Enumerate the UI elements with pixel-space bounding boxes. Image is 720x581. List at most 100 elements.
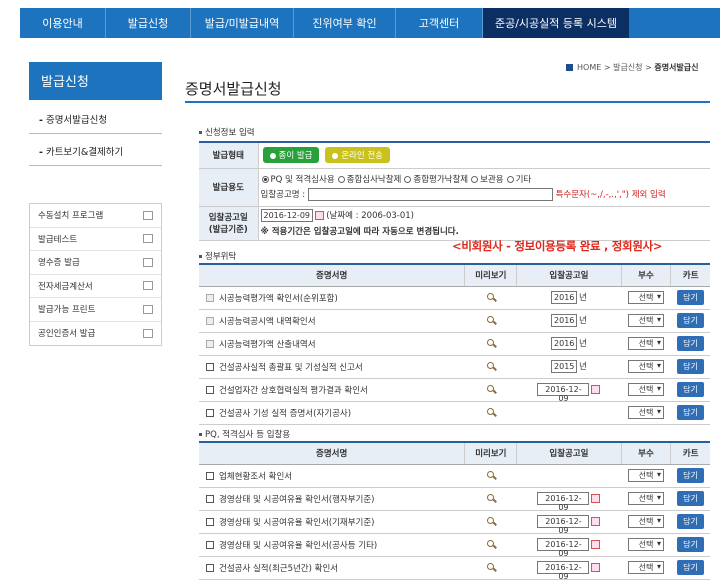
add-to-cart-button[interactable]: 담기 [677,382,704,397]
usage-radio[interactable] [261,176,269,183]
quick-link[interactable]: 영수증 발급 [30,251,161,275]
year-input[interactable]: 2016 [551,314,578,327]
add-to-cart-button[interactable]: 담기 [677,313,704,328]
date-input[interactable]: 2016-12-09 [537,383,590,403]
bid-name-input[interactable] [307,188,553,201]
copies-cell: 선택 [621,533,671,557]
nav-item[interactable]: 이용안내 [20,8,106,38]
copies-select[interactable]: 선택 [627,291,664,304]
row-checkbox[interactable] [206,541,214,549]
quick-link[interactable]: 발급테스트 [30,228,161,251]
preview-cell [464,378,517,402]
magnifier-icon[interactable] [487,516,495,524]
magnifier-icon[interactable] [487,315,495,323]
cart-cell: 담기 [670,332,710,356]
magnifier-icon[interactable] [487,361,495,369]
row-checkbox[interactable] [206,564,214,572]
copies-select[interactable]: 선택 [627,360,664,373]
cart-cell: 담기 [670,464,710,488]
column-header-cart: 카트 [670,442,710,465]
date-cell: 2016-12-09 [516,533,621,558]
copies-select[interactable]: 선택 [627,314,664,327]
copies-select[interactable]: 선택 [627,561,664,574]
date-input[interactable]: 2016-12-09 [537,515,590,535]
quick-link[interactable]: 수동설치 프로그램 [30,204,161,228]
nav-item[interactable]: 고객센터 [396,8,483,38]
quick-link[interactable]: 전자세금계산서 [30,275,161,298]
add-to-cart-button[interactable]: 담기 [677,491,704,506]
quick-link[interactable]: 발급가능 프린트 [30,298,161,322]
magnifier-icon[interactable] [487,470,495,478]
nav-item[interactable]: 발급/미발급내역 [191,8,294,38]
add-to-cart-button[interactable]: 담기 [677,468,704,483]
magnifier-icon[interactable] [487,407,495,415]
date-input[interactable]: 2016-12-09 [537,561,590,581]
add-to-cart-button[interactable]: 담기 [677,359,704,374]
section-gov-label: 정부위탁 [199,250,236,262]
magnifier-icon[interactable] [487,539,495,547]
magnifier-icon[interactable] [487,384,495,392]
calendar-icon[interactable] [591,517,601,526]
row-checkbox[interactable] [206,495,214,503]
copies-select[interactable]: 선택 [627,515,664,528]
nav-item[interactable]: 진위여부 확인 [294,8,396,38]
usage-radio-group: PQ 및 적격심사용 종합심사낙찰제 종합평가낙찰제 보관용 기타 [259,173,711,185]
row-checkbox[interactable] [206,518,214,526]
row-checkbox[interactable] [206,472,214,480]
copies-select[interactable]: 선택 [627,383,664,396]
year-input[interactable]: 2016 [551,291,578,304]
row-checkbox[interactable] [206,363,214,371]
title-divider [185,101,710,103]
add-to-cart-button[interactable]: 담기 [677,336,704,351]
date-cell: 2016-12-09 [516,510,621,535]
paper-issue-button[interactable]: 종이 발급 [262,147,320,164]
nav-item[interactable]: 준공/시공실적 등록 시스템 [483,8,629,38]
row-checkbox[interactable] [206,409,214,417]
year-suffix: 년 [579,339,587,349]
copies-select[interactable]: 선택 [627,492,664,505]
add-to-cart-button[interactable]: 담기 [677,514,704,529]
add-to-cart-button[interactable]: 담기 [677,405,704,420]
calendar-icon[interactable] [591,385,601,394]
copies-select[interactable]: 선택 [627,406,664,419]
date-input[interactable]: 2016-12-09 [537,538,590,558]
breadcrumb-mid[interactable]: 발급신청 [613,63,642,72]
bid-date-input[interactable]: 2016-12-09 [260,209,313,222]
online-send-button[interactable]: 온라인 전송 [325,147,390,164]
calendar-icon[interactable] [591,563,601,572]
doc-name: 경영상태 및 시공여유율 확인서(공사등 기타) [219,540,378,551]
usage-radio[interactable] [506,176,514,183]
tax-invoice-icon [143,281,153,291]
sidebar-menu-item[interactable]: - 증명서발급신청 [29,102,162,134]
preview-cell [464,556,517,580]
magnifier-icon[interactable] [487,292,495,300]
copies-select[interactable]: 선택 [627,538,664,551]
copies-select[interactable]: 선택 [627,469,664,482]
nav-item[interactable]: 발급신청 [106,8,191,38]
add-to-cart-button[interactable]: 담기 [677,290,704,305]
usage-radio[interactable] [404,176,412,183]
usage-radio[interactable] [337,176,345,183]
quick-link[interactable]: 공인인증서 발급 [30,322,161,346]
add-to-cart-button[interactable]: 담기 [677,537,704,552]
row-checkbox[interactable] [206,386,214,394]
date-input[interactable]: 2016-12-09 [537,492,590,512]
sidebar-menu-item[interactable]: - 카트보기&결제하기 [29,134,162,166]
calendar-icon[interactable] [314,211,324,220]
calendar-icon[interactable] [591,494,601,503]
magnifier-icon[interactable] [487,562,495,570]
magnifier-icon[interactable] [487,338,495,346]
download-icon [143,210,153,220]
copies-select[interactable]: 선택 [627,337,664,350]
calendar-icon[interactable] [591,540,601,549]
year-input[interactable]: 2016 [551,337,578,350]
sidebar-menu: - 증명서발급신청 - 카트보기&결제하기 [29,102,162,166]
breadcrumb-home[interactable]: HOME [577,63,601,72]
preview-cell [464,487,517,511]
add-to-cart-button[interactable]: 담기 [677,560,704,575]
usage-option-label: 종합평가낙찰제 [413,175,469,185]
date-note: ※ 적용기간은 입찰공고일에 따라 자동으로 변경됩니다. [260,227,459,237]
year-input[interactable]: 2015 [551,360,578,373]
magnifier-icon[interactable] [487,493,495,501]
usage-radio[interactable] [471,176,479,183]
